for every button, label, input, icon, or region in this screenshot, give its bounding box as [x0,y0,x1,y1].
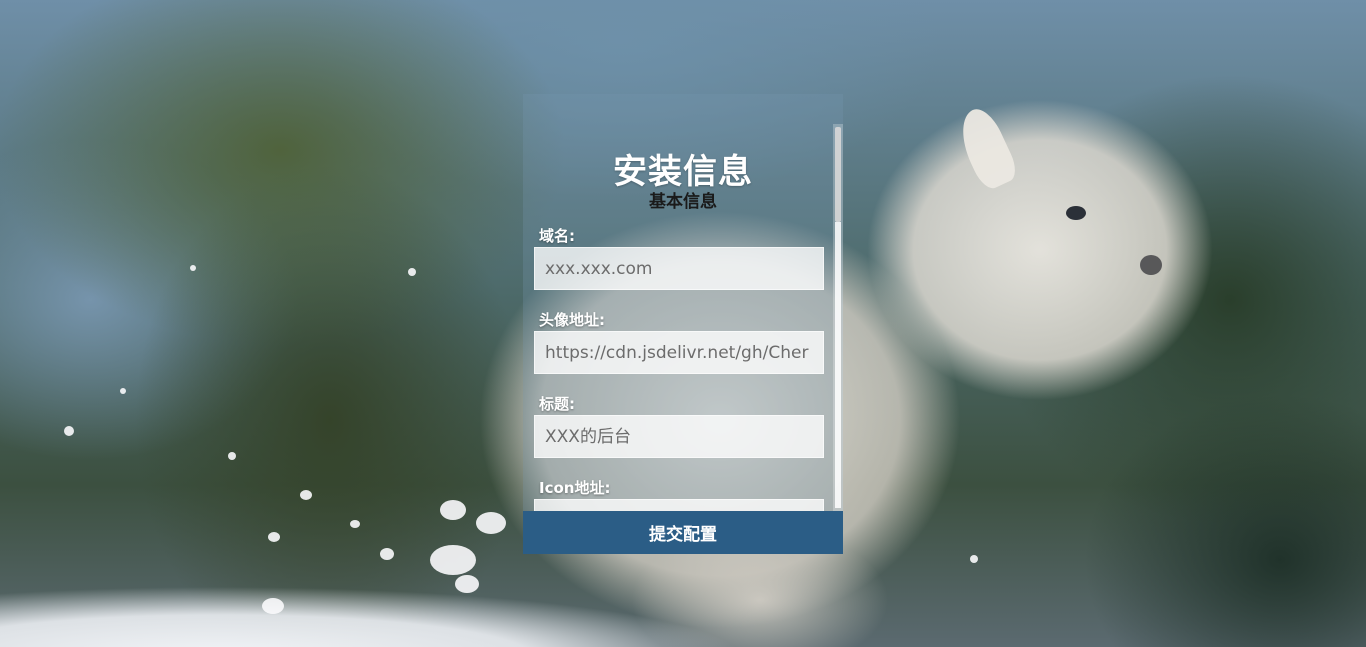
snow-flake [120,388,126,394]
snow-flake [190,265,196,271]
page-title: 安装信息 [613,152,753,192]
install-form-scroll-area[interactable]: 安装信息 基本信息 域名: 头像地址: 标题: Icon地址: [523,94,843,511]
avatar-url-label: 头像地址: [539,311,605,329]
snow-flake [300,490,312,500]
icon-url-input[interactable] [534,499,824,511]
snow-flake [408,268,416,276]
title-label: 标题: [539,395,575,413]
snow-flake [440,500,466,520]
icon-url-label: Icon地址: [539,479,611,497]
scrollbar-lower-track [835,222,841,508]
domain-input[interactable] [534,247,824,290]
section-subtitle: 基本信息 [649,192,717,212]
snow-flake [228,452,236,460]
goat-nose [1140,255,1162,275]
snow-flake [350,520,360,528]
snow-flake [970,555,978,563]
snow-flake [380,548,394,560]
snow-flake [262,598,284,614]
snow-flake [268,532,280,542]
snow-flake [430,545,476,575]
avatar-url-input[interactable] [534,331,824,374]
install-panel: 安装信息 基本信息 域名: 头像地址: 标题: Icon地址: 提交配置 [523,94,843,554]
goat-eye [1066,206,1086,220]
submit-config-button[interactable]: 提交配置 [523,511,843,554]
title-input[interactable] [534,415,824,458]
scrollbar-thumb[interactable] [835,127,841,222]
snow-ground [0,577,760,647]
snow-flake [476,512,506,534]
snow-flake [455,575,479,593]
domain-label: 域名: [539,227,575,245]
snow-flake [64,426,74,436]
